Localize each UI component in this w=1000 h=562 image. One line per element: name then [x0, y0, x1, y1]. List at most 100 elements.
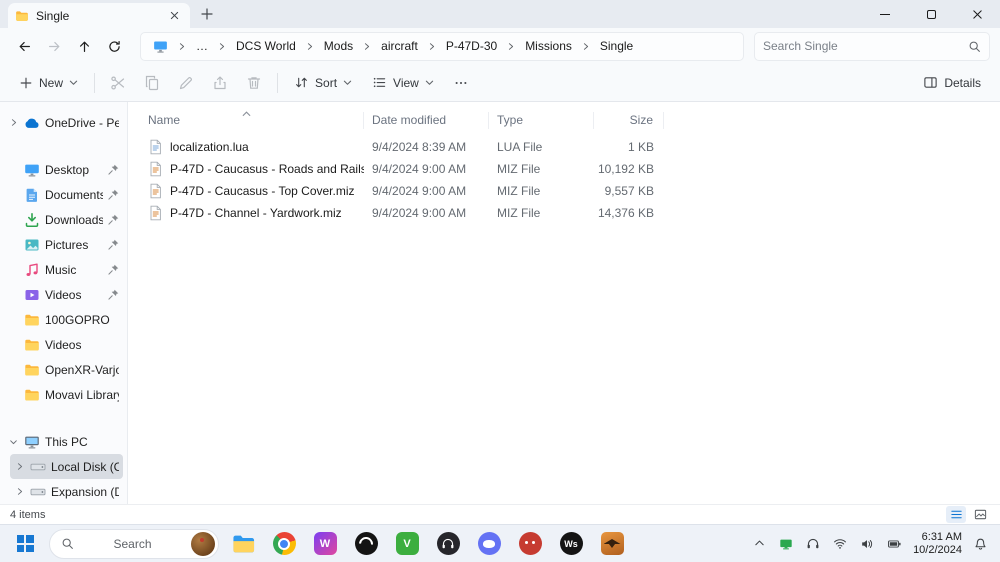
search-input[interactable] — [763, 39, 962, 53]
taskbar-app-discord[interactable] — [474, 529, 504, 559]
column-header-size[interactable]: Size — [594, 111, 664, 129]
tray-chevron-up-icon[interactable] — [751, 531, 768, 557]
battery-icon[interactable] — [885, 531, 904, 557]
file-row[interactable]: P-47D - Channel - Yardwork.miz 9/4/2024 … — [146, 202, 1000, 224]
explorer-tab[interactable]: Single — [8, 3, 190, 28]
breadcrumb-separator-icon — [504, 42, 518, 51]
close-button[interactable] — [954, 0, 1000, 28]
filmora-icon: W — [313, 532, 337, 555]
delete-button[interactable] — [238, 68, 270, 98]
taskbar-clock[interactable]: 6:31 AM 10/2/2024 — [913, 531, 962, 557]
share-button[interactable] — [204, 68, 236, 98]
sidebar-item-label: Pictures — [45, 237, 89, 252]
sidebar-item-this-pc[interactable]: This PC — [4, 429, 123, 454]
details-pane-button[interactable]: Details — [914, 68, 990, 98]
file-date: 9/4/2024 8:39 AM — [372, 140, 467, 154]
copy-button[interactable] — [136, 68, 168, 98]
sidebar-item-100gopro[interactable]: 100GOPRO — [4, 307, 123, 332]
file-explorer-icon — [232, 532, 255, 555]
sidebar-item-movavi-library[interactable]: Movavi Library — [4, 382, 123, 407]
breadcrumb-item-dcs-world[interactable]: DCS World — [230, 35, 302, 58]
cut-button[interactable] — [102, 68, 134, 98]
chevron-right-icon — [8, 118, 19, 127]
file-type: LUA File — [497, 140, 543, 154]
breadcrumb[interactable]: … DCS World Mods aircraft P-47D-30 Missi… — [140, 31, 744, 61]
new-tab-button[interactable] — [194, 1, 220, 27]
taskbar-app-lens[interactable] — [351, 529, 381, 559]
sort-button[interactable]: Sort — [285, 68, 361, 98]
sidebar-item-music[interactable]: Music — [4, 257, 123, 282]
tray-headset-icon[interactable] — [804, 531, 822, 557]
breadcrumb-item-aircraft[interactable]: aircraft — [375, 35, 424, 58]
file-row[interactable]: P-47D - Caucasus - Top Cover.miz 9/4/202… — [146, 180, 1000, 202]
rename-button[interactable] — [170, 68, 202, 98]
taskbar-app-green-v[interactable]: V — [392, 529, 422, 559]
minimize-button[interactable] — [862, 0, 908, 28]
sidebar-item-pictures[interactable]: Pictures — [4, 232, 123, 257]
file-size: 1 KB — [627, 140, 654, 154]
taskbar-search[interactable]: Search — [49, 528, 219, 559]
clock-date: 10/2/2024 — [913, 543, 962, 556]
taskbar-app-filmora[interactable]: W — [310, 529, 340, 559]
search-icon — [968, 40, 981, 53]
windows-logo-icon — [16, 535, 34, 552]
file-date: 9/4/2024 9:00 AM — [372, 184, 467, 198]
folder-icon — [15, 9, 29, 23]
breadcrumb-item-single[interactable]: Single — [594, 35, 639, 58]
sidebar-item-videos-folder[interactable]: Videos — [4, 332, 123, 357]
column-header-date-modified[interactable]: Date modified — [364, 111, 489, 129]
volume-icon[interactable] — [858, 531, 876, 557]
maximize-button[interactable] — [908, 0, 954, 28]
sidebar-item-videos[interactable]: Videos — [4, 282, 123, 307]
column-header-name[interactable]: Name — [146, 110, 364, 129]
sidebar-item-expansion-d[interactable]: Expansion (D:) — [10, 479, 123, 504]
sidebar-item-openxr-varjo[interactable]: OpenXR-Varjo-F — [4, 357, 123, 382]
file-type: MIZ File — [497, 162, 541, 176]
breadcrumb-item-missions[interactable]: Missions — [519, 35, 578, 58]
taskbar-app-dcs[interactable] — [597, 529, 627, 559]
breadcrumb-root[interactable] — [147, 35, 174, 58]
chevron-down-icon — [425, 78, 434, 87]
start-button[interactable] — [10, 529, 40, 559]
music-icon — [24, 262, 40, 278]
thumbnails-view-toggle[interactable] — [970, 506, 990, 523]
sidebar-item-downloads[interactable]: Downloads — [4, 207, 123, 232]
breadcrumb-item-mods[interactable]: Mods — [318, 35, 359, 58]
headphones-app-icon — [436, 532, 460, 555]
search-box[interactable] — [754, 31, 990, 61]
breadcrumb-separator-icon — [303, 42, 317, 51]
new-button[interactable]: New — [10, 68, 87, 98]
taskbar-app-chrome[interactable] — [269, 529, 299, 559]
sidebar-item-label: Videos — [45, 287, 82, 302]
details-view-toggle[interactable] — [946, 506, 966, 523]
taskbar-app-file-explorer[interactable] — [228, 529, 258, 559]
wifi-icon[interactable] — [831, 531, 849, 557]
breadcrumb-overflow[interactable]: … — [190, 35, 214, 58]
forward-button[interactable] — [40, 32, 68, 60]
pin-icon — [108, 214, 119, 225]
tab-close-icon[interactable] — [165, 7, 183, 25]
file-row[interactable]: P-47D - Caucasus - Roads and Rails.miz 9… — [146, 158, 1000, 180]
notification-bell-icon[interactable] — [971, 531, 990, 557]
sidebar-item-desktop[interactable]: Desktop — [4, 157, 123, 182]
taskbar-app-recorder[interactable] — [515, 529, 545, 559]
back-button[interactable] — [10, 32, 38, 60]
file-row[interactable]: localization.lua 9/4/2024 8:39 AM LUA Fi… — [146, 136, 1000, 158]
taskbar-app-headphones[interactable] — [433, 529, 463, 559]
refresh-button[interactable] — [100, 32, 128, 60]
sidebar-item-onedrive[interactable]: OneDrive - Perso — [4, 110, 123, 135]
more-options-button[interactable] — [445, 68, 477, 98]
tray-display-icon[interactable] — [777, 531, 795, 557]
breadcrumb-item-p47d30[interactable]: P-47D-30 — [440, 35, 503, 58]
view-button[interactable]: View — [363, 68, 443, 98]
taskbar-app-wondershare[interactable]: Ws — [556, 529, 586, 559]
sidebar-item-local-disk-c[interactable]: Local Disk (C:) — [10, 454, 123, 479]
sidebar-item-documents[interactable]: Documents — [4, 182, 123, 207]
miz-file-icon — [148, 183, 163, 199]
folder-icon — [24, 312, 40, 328]
column-header-type[interactable]: Type — [489, 111, 594, 129]
up-button[interactable] — [70, 32, 98, 60]
file-name: P-47D - Caucasus - Top Cover.miz — [170, 184, 355, 198]
breadcrumb-separator-icon — [215, 42, 229, 51]
